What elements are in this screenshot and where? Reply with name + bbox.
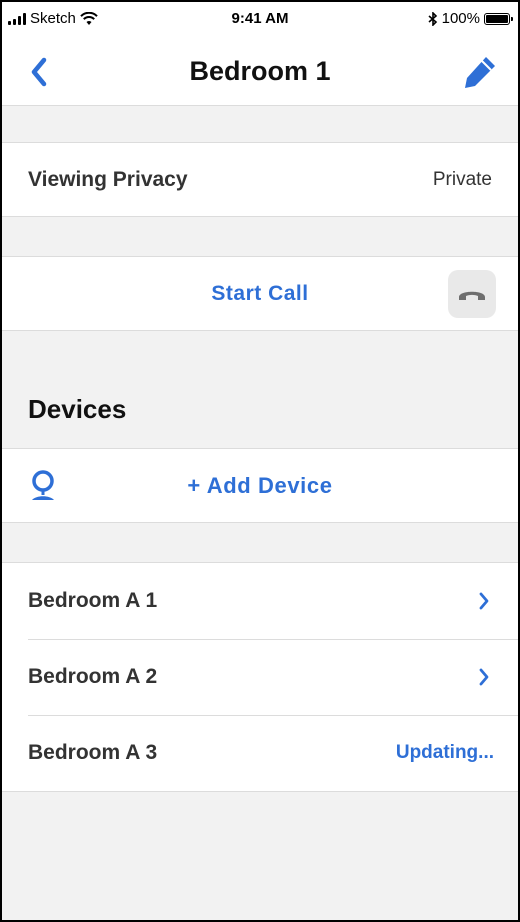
pencil-icon [465, 57, 495, 88]
chevron-right-icon [479, 592, 489, 610]
phone-hangup-icon [459, 291, 485, 300]
hangup-button[interactable] [448, 270, 496, 318]
page-title: Bedroom 1 [189, 56, 331, 86]
edit-button[interactable] [460, 52, 500, 92]
device-status-updating: Updating... [395, 742, 494, 763]
device-item-bedroom-a1[interactable]: Bedroom A 1 [2, 563, 518, 639]
app-screen: Sketch 9:41 AM 100% Bedroom 1 Viewing Pr… [2, 2, 518, 920]
viewing-privacy-label: Viewing Privacy [28, 168, 188, 191]
nav-bar: Bedroom 1 [2, 38, 518, 106]
device-item-bedroom-a2[interactable]: Bedroom A 2 [2, 639, 518, 715]
viewing-privacy-row[interactable]: Viewing Privacy Private [2, 142, 518, 217]
carrier-label: Sketch [30, 10, 76, 27]
devices-header: Devices [28, 394, 127, 424]
add-device-button[interactable]: + Add Device [2, 449, 518, 522]
device-item-bedroom-a3[interactable]: Bedroom A 3 Updating... [2, 715, 518, 791]
status-bar: Sketch 9:41 AM 100% [2, 2, 518, 38]
start-call-button[interactable]: Start Call [2, 257, 518, 330]
signal-icon [8, 12, 26, 25]
start-call-row: Start Call [2, 256, 518, 331]
device-list: Bedroom A 1 Bedroom A 2 Bedroom A 3 Upda… [2, 562, 518, 792]
battery-percent: 100% [441, 10, 480, 27]
device-name: Bedroom A 3 [28, 741, 158, 764]
back-button[interactable] [22, 52, 62, 92]
chevron-left-icon [31, 57, 47, 87]
wifi-icon [80, 11, 98, 25]
device-name: Bedroom A 1 [28, 589, 158, 612]
viewing-privacy-value: Private [432, 169, 492, 190]
chevron-right-icon [479, 668, 489, 686]
device-name: Bedroom A 2 [28, 665, 158, 688]
add-device-row[interactable]: + Add Device [2, 448, 518, 523]
bluetooth-icon [428, 11, 437, 26]
battery-icon [484, 12, 513, 25]
